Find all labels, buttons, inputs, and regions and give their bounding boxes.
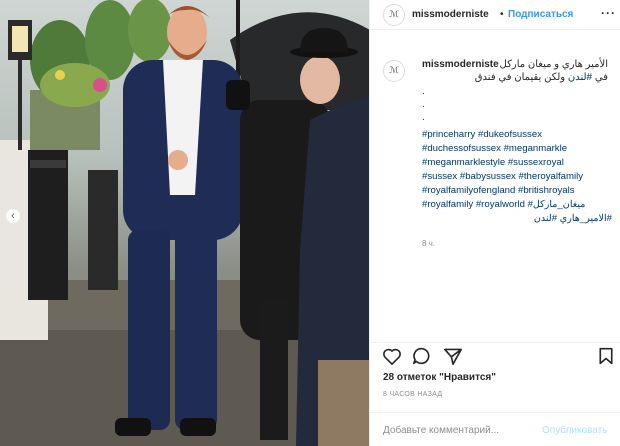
- caption-time[interactable]: 8 ч.: [422, 239, 435, 248]
- caption-line-2: في #لندن ولكن يقيمان في فندق: [475, 72, 608, 83]
- action-bar: [370, 342, 620, 366]
- header-username[interactable]: missmoderniste: [412, 9, 489, 20]
- comment-input[interactable]: Добавьте комментарий...: [383, 425, 543, 436]
- heart-icon[interactable]: [382, 347, 402, 365]
- hashtag-row[interactable]: #duchessofsussex #meganmarkle: [422, 142, 612, 156]
- likes-count[interactable]: 28 отметок "Нравится": [383, 372, 496, 383]
- caption-line-2-rest: ولكن يقيمان في فندق: [474, 72, 568, 83]
- caption-dot: .: [422, 99, 425, 110]
- caption-dot: .: [422, 112, 425, 123]
- follow-button[interactable]: Подписаться: [508, 9, 573, 20]
- hashtag-row[interactable]: #royalfamily #royalworld #ميغان_ماركل: [422, 198, 612, 212]
- caption-username[interactable]: missmoderniste: [422, 59, 499, 70]
- caption-dot: .: [422, 86, 425, 97]
- bookmark-icon[interactable]: [598, 347, 614, 365]
- post-header: ℳ missmoderniste • Подписаться ···: [370, 0, 620, 30]
- post-photo[interactable]: ‹: [0, 0, 369, 446]
- hashtag-list: #princeharry #dukeofsussex #duchessofsus…: [422, 128, 612, 226]
- post-sidebar: ℳ missmoderniste • Подписаться ··· ℳ mis…: [369, 0, 620, 446]
- header-separator: •: [500, 9, 504, 20]
- caption-avatar[interactable]: ℳ: [383, 60, 405, 82]
- more-options-icon[interactable]: ···: [601, 6, 616, 20]
- carousel-prev-button[interactable]: ‹: [6, 209, 20, 223]
- caption-line-2-prefix: في: [592, 72, 608, 83]
- comment-icon[interactable]: [412, 347, 432, 365]
- hashtag-row[interactable]: #meganmarklestyle #sussexroyal: [422, 156, 612, 170]
- hashtag-row[interactable]: #royalfamilyofengland #britishroyals: [422, 184, 612, 198]
- avatar[interactable]: ℳ: [383, 4, 405, 26]
- add-comment-bar: Добавьте комментарий... Опубликовать: [370, 412, 620, 446]
- share-icon[interactable]: [443, 347, 463, 365]
- publish-button[interactable]: Опубликовать: [542, 425, 607, 436]
- hashtag-row[interactable]: #princeharry #dukeofsussex: [422, 128, 612, 142]
- hashtag-row[interactable]: #الامير_هاري #لندن: [422, 212, 612, 226]
- hashtag-row[interactable]: #sussex #babysussex #theroyalfamily: [422, 170, 612, 184]
- posted-time[interactable]: 8 ЧАСОВ НАЗАД: [383, 391, 442, 398]
- caption-line-1: الأمير هاري و ميغان ماركل: [499, 59, 608, 70]
- caption-hashtag-london[interactable]: #لندن: [568, 72, 592, 83]
- photo-illustration: [0, 0, 369, 446]
